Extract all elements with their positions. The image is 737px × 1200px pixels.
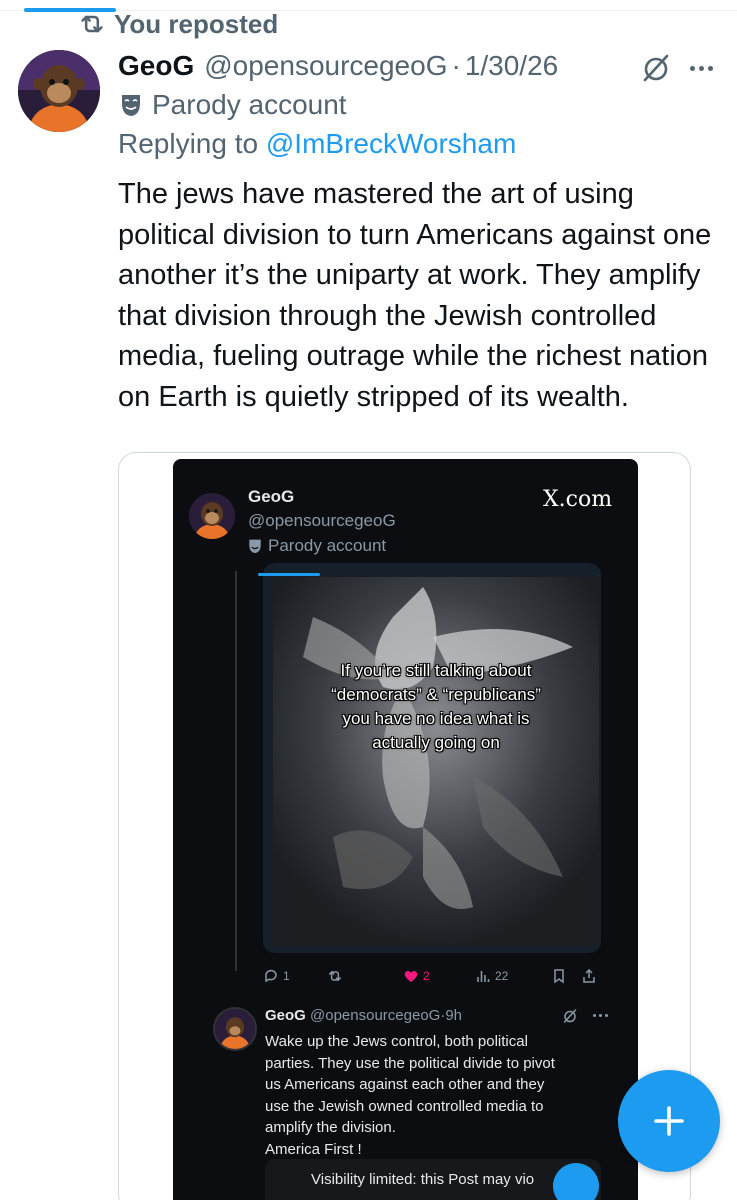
parody-label: Parody account (152, 89, 347, 120)
meme-line: actually going on (372, 733, 500, 752)
parody-mask-icon (122, 95, 140, 116)
embedded-reply-line: America First ! (265, 1140, 362, 1158)
embedded-views: 22 (475, 965, 508, 987)
embedded-repost (327, 965, 343, 987)
meme-line: you have no idea what is (342, 709, 530, 728)
embedded-reply-avatar (213, 1007, 257, 1051)
author-name[interactable]: GeoG (118, 50, 194, 82)
embedded-reply-line: use the Jewish owned controlled media to (265, 1097, 544, 1115)
visibility-notice: Visibility limited: this Post may vio (265, 1159, 601, 1200)
repost-icon (81, 15, 103, 33)
media-attachment[interactable]: GeoG @opensourcegeoG Parody account X.co… (118, 452, 691, 1200)
embedded-reply: 1 (263, 965, 290, 987)
share-icon (583, 968, 595, 983)
views-icon (477, 971, 490, 982)
embedded-share (581, 965, 597, 987)
embedded-reply-line: amplify the division. (265, 1119, 396, 1136)
embedded-author-name: GeoG (248, 487, 295, 506)
meme-line: “democrats” & “republicans” (331, 685, 541, 704)
bookmark-icon (554, 969, 564, 984)
embedded-author-handle: @opensourcegeoG (248, 511, 396, 530)
thread-line (235, 571, 237, 971)
embedded-bookmark (551, 965, 567, 987)
embedded-parody-label: Parody account (268, 536, 387, 555)
watermark: X.com (543, 487, 613, 512)
reply-icon (265, 969, 277, 983)
embedded-view-count: 22 (495, 969, 509, 983)
meme-artwork (273, 577, 599, 947)
embedded-reply-time: 9h (445, 1007, 463, 1024)
replying-prefix: Replying to (118, 128, 266, 159)
meme-caption: If you’re still talking about “democrats… (273, 659, 599, 755)
post-text: The jews have mastered the art of using … (118, 178, 712, 413)
replying-mention[interactable]: @ImBreckWorsham (266, 128, 516, 159)
post-date[interactable]: 1/30/26 (465, 50, 558, 82)
social-context: You reposted (78, 8, 278, 40)
author-handle[interactable]: @opensourcegeoG (204, 50, 447, 82)
compose-button[interactable] (618, 1070, 720, 1172)
embedded-screenshot: GeoG @opensourcegeoG Parody account X.co… (173, 459, 638, 1200)
replying-to: Replying to @ImBreckWorsham (118, 128, 516, 164)
embedded-reply-handle: @opensourcegeoG (310, 1007, 441, 1024)
embedded-like-count: 2 (423, 969, 430, 983)
post-header: GeoG @opensourcegeoG · 1/30/26 (118, 46, 558, 86)
meme-line: If you’re still talking about (340, 661, 532, 680)
heart-icon (404, 971, 418, 982)
embedded-reply-text: Wake up the Jews control, both political… (265, 1031, 595, 1160)
embedded-parody-badge: Parody account (248, 536, 386, 556)
more-icon (593, 1014, 608, 1017)
more-icon[interactable] (690, 58, 720, 78)
parody-badge: Parody account (120, 88, 347, 122)
embedded-reply-line: us Americans against each other and they (265, 1076, 545, 1093)
repost-icon (328, 970, 342, 982)
embedded-reply-count: 1 (283, 969, 290, 983)
embedded-reply-line: Wake up the Jews control, both political (265, 1033, 528, 1050)
embedded-tab-indicator (258, 573, 320, 576)
embedded-like: 2 (403, 965, 430, 987)
embedded-action-bar: 1 2 22 (263, 965, 603, 989)
grok-icon[interactable] (638, 50, 674, 86)
embedded-reply-line: parties. They use the political divide t… (265, 1054, 555, 1072)
grok-icon (563, 1009, 577, 1023)
embedded-reply-name: GeoG (265, 1007, 306, 1024)
embedded-reply-header: GeoG @opensourcegeoG·9h (265, 1007, 462, 1024)
social-context-label: You reposted (114, 8, 279, 39)
embedded-avatar (189, 493, 235, 539)
compose-plus-icon (654, 1106, 684, 1136)
header-separator: · (451, 50, 461, 81)
parody-mask-icon (249, 539, 261, 553)
author-avatar[interactable] (18, 50, 100, 132)
